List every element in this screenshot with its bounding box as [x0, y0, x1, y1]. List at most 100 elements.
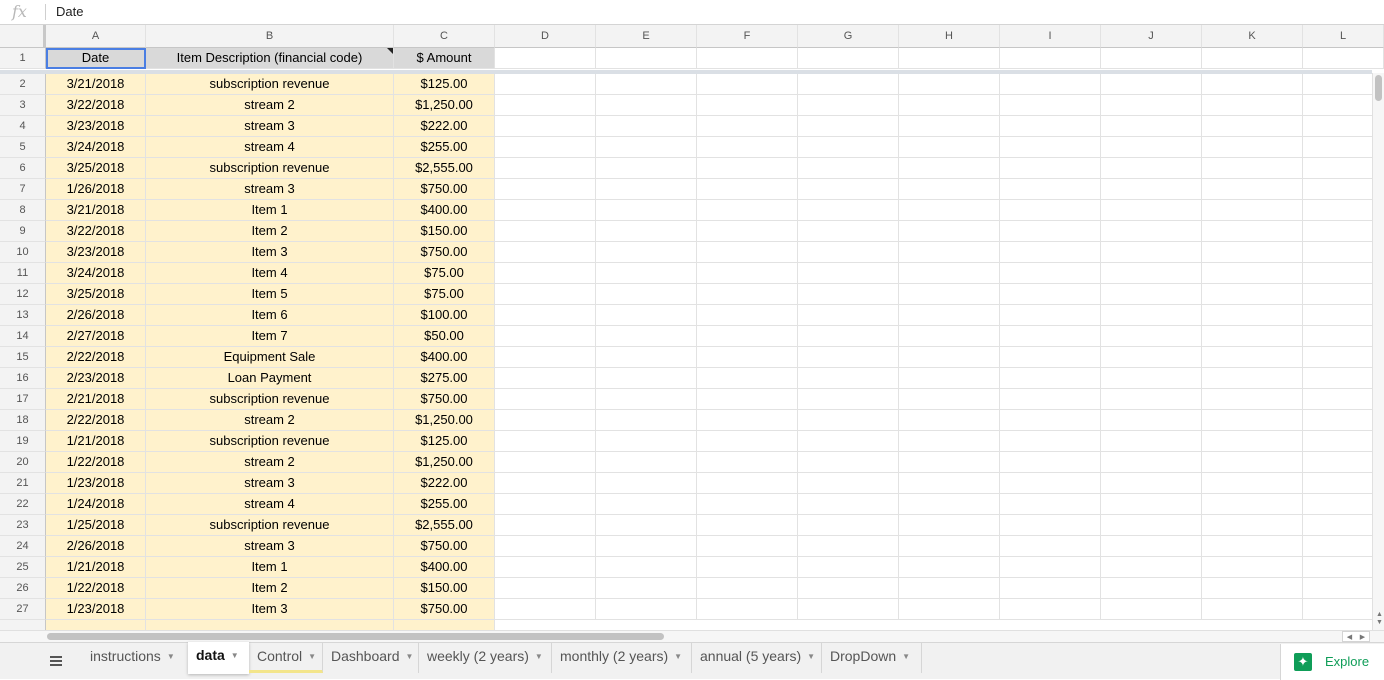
row-header[interactable]: 27	[0, 599, 46, 620]
row-header[interactable]: 3	[0, 95, 46, 116]
empty-cell[interactable]	[495, 389, 596, 410]
row-header[interactable]: 4	[0, 116, 46, 137]
empty-cell[interactable]	[1101, 158, 1202, 179]
empty-cell[interactable]	[697, 200, 798, 221]
row-header[interactable]: 6	[0, 158, 46, 179]
column-header-g[interactable]: G	[798, 25, 899, 48]
empty-cell[interactable]	[1000, 137, 1101, 158]
description-cell[interactable]: stream 3	[146, 179, 394, 200]
date-cell[interactable]: 2/21/2018	[46, 389, 146, 410]
empty-cell[interactable]	[697, 305, 798, 326]
partial-cell[interactable]	[146, 620, 394, 630]
empty-cell[interactable]	[798, 389, 899, 410]
empty-cell[interactable]	[596, 263, 697, 284]
empty-cell[interactable]	[1000, 515, 1101, 536]
empty-cell[interactable]	[899, 431, 1000, 452]
empty-cell[interactable]	[1000, 452, 1101, 473]
empty-cell[interactable]	[1202, 389, 1303, 410]
horizontal-scrollbar[interactable]: ◀ ▶	[0, 630, 1384, 642]
description-cell[interactable]: Item 4	[146, 263, 394, 284]
empty-cell[interactable]	[1101, 431, 1202, 452]
empty-cell[interactable]	[1303, 48, 1384, 69]
date-cell[interactable]: 3/21/2018	[46, 74, 146, 95]
empty-cell[interactable]	[596, 515, 697, 536]
row-header[interactable]: 22	[0, 494, 46, 515]
empty-cell[interactable]	[1101, 95, 1202, 116]
empty-cell[interactable]	[1202, 431, 1303, 452]
empty-cell[interactable]	[495, 347, 596, 368]
empty-cell[interactable]	[596, 368, 697, 389]
description-cell[interactable]: stream 2	[146, 452, 394, 473]
empty-cell[interactable]	[798, 368, 899, 389]
empty-cell[interactable]	[1101, 263, 1202, 284]
empty-cell[interactable]	[798, 578, 899, 599]
empty-cell[interactable]	[1202, 536, 1303, 557]
description-cell[interactable]: Item 7	[146, 326, 394, 347]
date-cell[interactable]: 2/23/2018	[46, 368, 146, 389]
empty-cell[interactable]	[798, 242, 899, 263]
empty-cell[interactable]	[1202, 95, 1303, 116]
row-freeze-bar[interactable]	[0, 70, 1372, 74]
description-cell[interactable]: stream 2	[146, 95, 394, 116]
empty-cell[interactable]	[495, 200, 596, 221]
description-cell[interactable]: stream 3	[146, 473, 394, 494]
empty-cell[interactable]	[1202, 116, 1303, 137]
column-header-a[interactable]: A	[46, 25, 146, 48]
empty-cell[interactable]	[495, 431, 596, 452]
amount-cell[interactable]: $100.00	[394, 305, 495, 326]
column-header-c[interactable]: C	[394, 25, 495, 48]
column-header-l[interactable]: L	[1303, 25, 1384, 48]
empty-cell[interactable]	[697, 116, 798, 137]
empty-cell[interactable]	[798, 95, 899, 116]
empty-cell[interactable]	[697, 515, 798, 536]
description-cell[interactable]: Item 2	[146, 221, 394, 242]
amount-cell[interactable]: $275.00	[394, 368, 495, 389]
sheet-tab-instructions[interactable]: instructions ▼	[82, 643, 192, 673]
amount-cell[interactable]: $1,250.00	[394, 95, 495, 116]
empty-cell[interactable]	[495, 494, 596, 515]
empty-cell[interactable]	[495, 305, 596, 326]
row-header[interactable]: 11	[0, 263, 46, 284]
date-cell[interactable]: 3/24/2018	[46, 263, 146, 284]
empty-cell[interactable]	[1000, 200, 1101, 221]
sheet-tab-data[interactable]: data ▼	[188, 642, 249, 674]
description-cell[interactable]: Item 6	[146, 305, 394, 326]
empty-cell[interactable]	[899, 305, 1000, 326]
scroll-left-arrow-icon[interactable]: ◀	[1347, 633, 1352, 641]
empty-cell[interactable]	[899, 599, 1000, 620]
empty-cell[interactable]	[899, 158, 1000, 179]
date-cell[interactable]: 1/24/2018	[46, 494, 146, 515]
description-cell[interactable]: subscription revenue	[146, 515, 394, 536]
empty-cell[interactable]	[1101, 221, 1202, 242]
empty-cell[interactable]	[798, 200, 899, 221]
date-cell[interactable]: 3/23/2018	[46, 116, 146, 137]
row-header[interactable]: 5	[0, 137, 46, 158]
date-cell[interactable]: 3/23/2018	[46, 242, 146, 263]
empty-cell[interactable]	[596, 137, 697, 158]
empty-cell[interactable]	[1000, 557, 1101, 578]
explore-button[interactable]: ✦ Explore	[1280, 644, 1384, 680]
formula-input[interactable]: Date	[56, 4, 83, 19]
empty-cell[interactable]	[1101, 368, 1202, 389]
description-cell[interactable]: subscription revenue	[146, 389, 394, 410]
row-header[interactable]: 1	[0, 48, 46, 69]
empty-cell[interactable]	[596, 536, 697, 557]
empty-cell[interactable]	[697, 452, 798, 473]
empty-cell[interactable]	[596, 578, 697, 599]
row-header[interactable]: 16	[0, 368, 46, 389]
row-header[interactable]: 13	[0, 305, 46, 326]
empty-cell[interactable]	[899, 578, 1000, 599]
amount-cell[interactable]: $222.00	[394, 473, 495, 494]
empty-cell[interactable]	[1202, 221, 1303, 242]
row-header[interactable]: 25	[0, 557, 46, 578]
date-cell[interactable]: 2/22/2018	[46, 347, 146, 368]
row-header[interactable]: 12	[0, 284, 46, 305]
empty-cell[interactable]	[697, 347, 798, 368]
description-cell[interactable]: subscription revenue	[146, 158, 394, 179]
empty-cell[interactable]	[899, 242, 1000, 263]
empty-cell[interactable]	[495, 74, 596, 95]
amount-cell[interactable]: $400.00	[394, 200, 495, 221]
row-header[interactable]: 19	[0, 431, 46, 452]
empty-cell[interactable]	[1000, 368, 1101, 389]
row-header[interactable]: 7	[0, 179, 46, 200]
